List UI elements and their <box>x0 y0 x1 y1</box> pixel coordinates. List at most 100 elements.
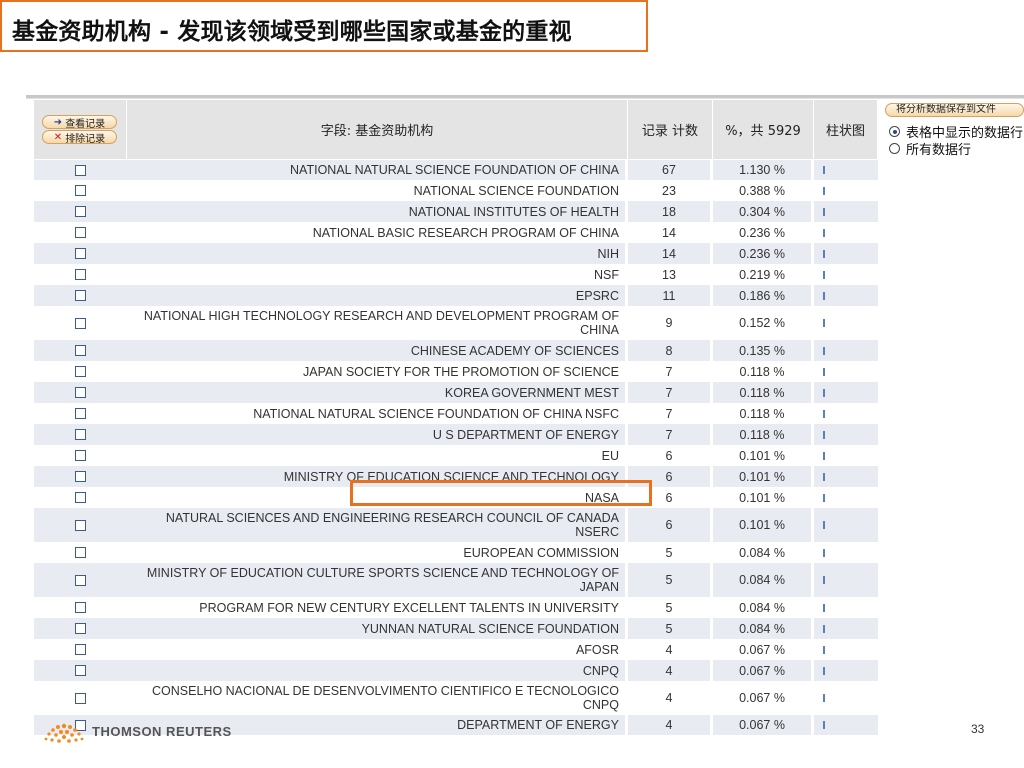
radio-unselected-icon[interactable] <box>889 143 900 154</box>
view-records-button[interactable]: ➜ 查看记录 <box>42 115 117 130</box>
row-checkbox[interactable] <box>75 408 86 419</box>
row-name: NSF <box>594 267 619 282</box>
row-percent: 0.118 % <box>739 385 785 400</box>
row-count: 5 <box>665 545 673 560</box>
option-all-rows-label: 所有数据行 <box>906 143 972 158</box>
row-checkbox[interactable] <box>75 185 86 196</box>
row-checkbox[interactable] <box>75 450 86 461</box>
highlight-box <box>350 480 652 506</box>
row-checkbox[interactable] <box>75 429 86 440</box>
row-bar-cell <box>814 243 878 264</box>
top-divider-shadow <box>26 98 1024 99</box>
row-name: AFOSR <box>575 642 619 657</box>
row-bar <box>823 207 825 216</box>
row-name: CNPQ <box>582 663 619 678</box>
row-bar-cell <box>814 681 878 715</box>
row-checkbox[interactable] <box>75 623 86 634</box>
row-checkbox[interactable] <box>75 206 86 217</box>
row-checkbox[interactable] <box>75 471 86 482</box>
row-checkbox[interactable] <box>75 248 86 259</box>
row-percent: 0.101 % <box>739 448 785 463</box>
table-row: NIH 14 0.236 % <box>34 243 878 264</box>
header-action-cell: ➜ 查看记录 ✕ 排除记录 <box>34 100 127 159</box>
row-bar-cell <box>814 660 878 681</box>
row-checkbox[interactable] <box>75 164 86 176</box>
row-checkbox[interactable] <box>75 574 86 586</box>
row-checkbox[interactable] <box>75 227 86 238</box>
row-name: KOREA GOVERNMENT MEST <box>444 385 619 400</box>
row-checkbox[interactable] <box>75 665 86 676</box>
radio-selected-icon[interactable] <box>889 126 900 137</box>
header-bar: 柱状图 <box>814 100 878 159</box>
row-percent: 0.084 % <box>739 600 785 615</box>
row-bar-cell <box>814 424 878 445</box>
header-percent: %，共 5929 <box>713 100 814 159</box>
row-bar <box>823 472 825 481</box>
row-bar-cell <box>814 180 878 201</box>
row-checkbox[interactable] <box>75 387 86 398</box>
row-count: 8 <box>665 343 673 358</box>
row-checkbox[interactable] <box>75 366 86 377</box>
row-percent: 0.304 % <box>739 204 785 219</box>
row-percent: 0.101 % <box>739 518 785 532</box>
option-all-rows[interactable]: 所有数据行 <box>889 139 971 158</box>
row-count: 23 <box>662 183 676 198</box>
row-name: NATIONAL SCIENCE FOUNDATION <box>413 183 619 198</box>
row-bar <box>823 624 825 633</box>
row-checkbox[interactable] <box>75 492 86 503</box>
row-checkbox[interactable] <box>75 644 86 655</box>
slide-title: 基金资助机构 - 发现该领域受到哪些国家或基金的重视 <box>12 19 572 45</box>
row-bar <box>823 291 825 300</box>
row-checkbox[interactable] <box>75 345 86 356</box>
page-number: 33 <box>971 722 985 736</box>
row-checkbox-cell <box>34 681 127 715</box>
row-percent: 0.067 % <box>739 691 785 705</box>
row-percent: 0.236 % <box>739 225 785 240</box>
row-checkbox[interactable] <box>75 269 86 280</box>
row-checkbox-cell <box>34 201 127 222</box>
table-row: NATURAL SCIENCES AND ENGINEERING RESEARC… <box>34 508 878 542</box>
slide-title-box: 基金资助机构 - 发现该领域受到哪些国家或基金的重视 <box>0 0 648 52</box>
table-row: U S DEPARTMENT OF ENERGY 7 0.118 % <box>34 424 878 445</box>
row-bar <box>823 603 825 612</box>
row-bar-cell <box>814 201 878 222</box>
save-to-file-button[interactable]: 将分析数据保存到文件 <box>885 103 1024 117</box>
arrow-right-icon: ➜ <box>53 116 63 128</box>
row-checkbox-cell <box>34 160 127 180</box>
table-row: NATIONAL SCIENCE FOUNDATION 23 0.388 % <box>34 180 878 201</box>
row-count: 7 <box>665 385 673 400</box>
row-bar <box>823 666 825 675</box>
row-checkbox-cell <box>34 285 127 306</box>
row-name: EU <box>601 448 619 463</box>
row-checkbox[interactable] <box>75 692 86 704</box>
row-name: NATIONAL HIGH TECHNOLOGY RESEARCH AND DE… <box>143 309 619 337</box>
row-bar-cell <box>814 382 878 403</box>
row-checkbox-cell <box>34 466 127 487</box>
row-checkbox-cell <box>34 361 127 382</box>
row-name: NATIONAL INSTITUTES OF HEALTH <box>408 204 619 219</box>
row-percent: 0.067 % <box>739 642 785 657</box>
row-checkbox[interactable] <box>75 317 86 329</box>
row-bar <box>823 319 825 327</box>
row-count: 4 <box>665 642 673 657</box>
row-bar-cell <box>814 160 878 180</box>
table-row: NATIONAL NATURAL SCIENCE FOUNDATION OF C… <box>34 160 878 180</box>
row-checkbox[interactable] <box>75 519 86 531</box>
row-checkbox[interactable] <box>75 547 86 558</box>
exclude-records-button[interactable]: ✕ 排除记录 <box>42 130 117 145</box>
row-bar <box>823 493 825 502</box>
row-percent: 0.084 % <box>739 573 785 587</box>
thomson-reuters-logo-icon <box>44 723 84 743</box>
row-checkbox[interactable] <box>75 602 86 613</box>
exclude-records-label: 排除记录 <box>65 133 106 145</box>
row-bar <box>823 430 825 439</box>
table-row: JAPAN SOCIETY FOR THE PROMOTION OF SCIEN… <box>34 361 878 382</box>
table-row: NATIONAL BASIC RESEARCH PROGRAM OF CHINA… <box>34 222 878 243</box>
row-checkbox[interactable] <box>75 290 86 301</box>
row-checkbox-cell <box>34 508 127 542</box>
row-bar <box>823 166 825 174</box>
row-percent: 0.067 % <box>739 663 785 678</box>
close-icon: ✕ <box>53 131 63 143</box>
row-checkbox-cell <box>34 542 127 563</box>
row-count: 9 <box>665 316 673 330</box>
